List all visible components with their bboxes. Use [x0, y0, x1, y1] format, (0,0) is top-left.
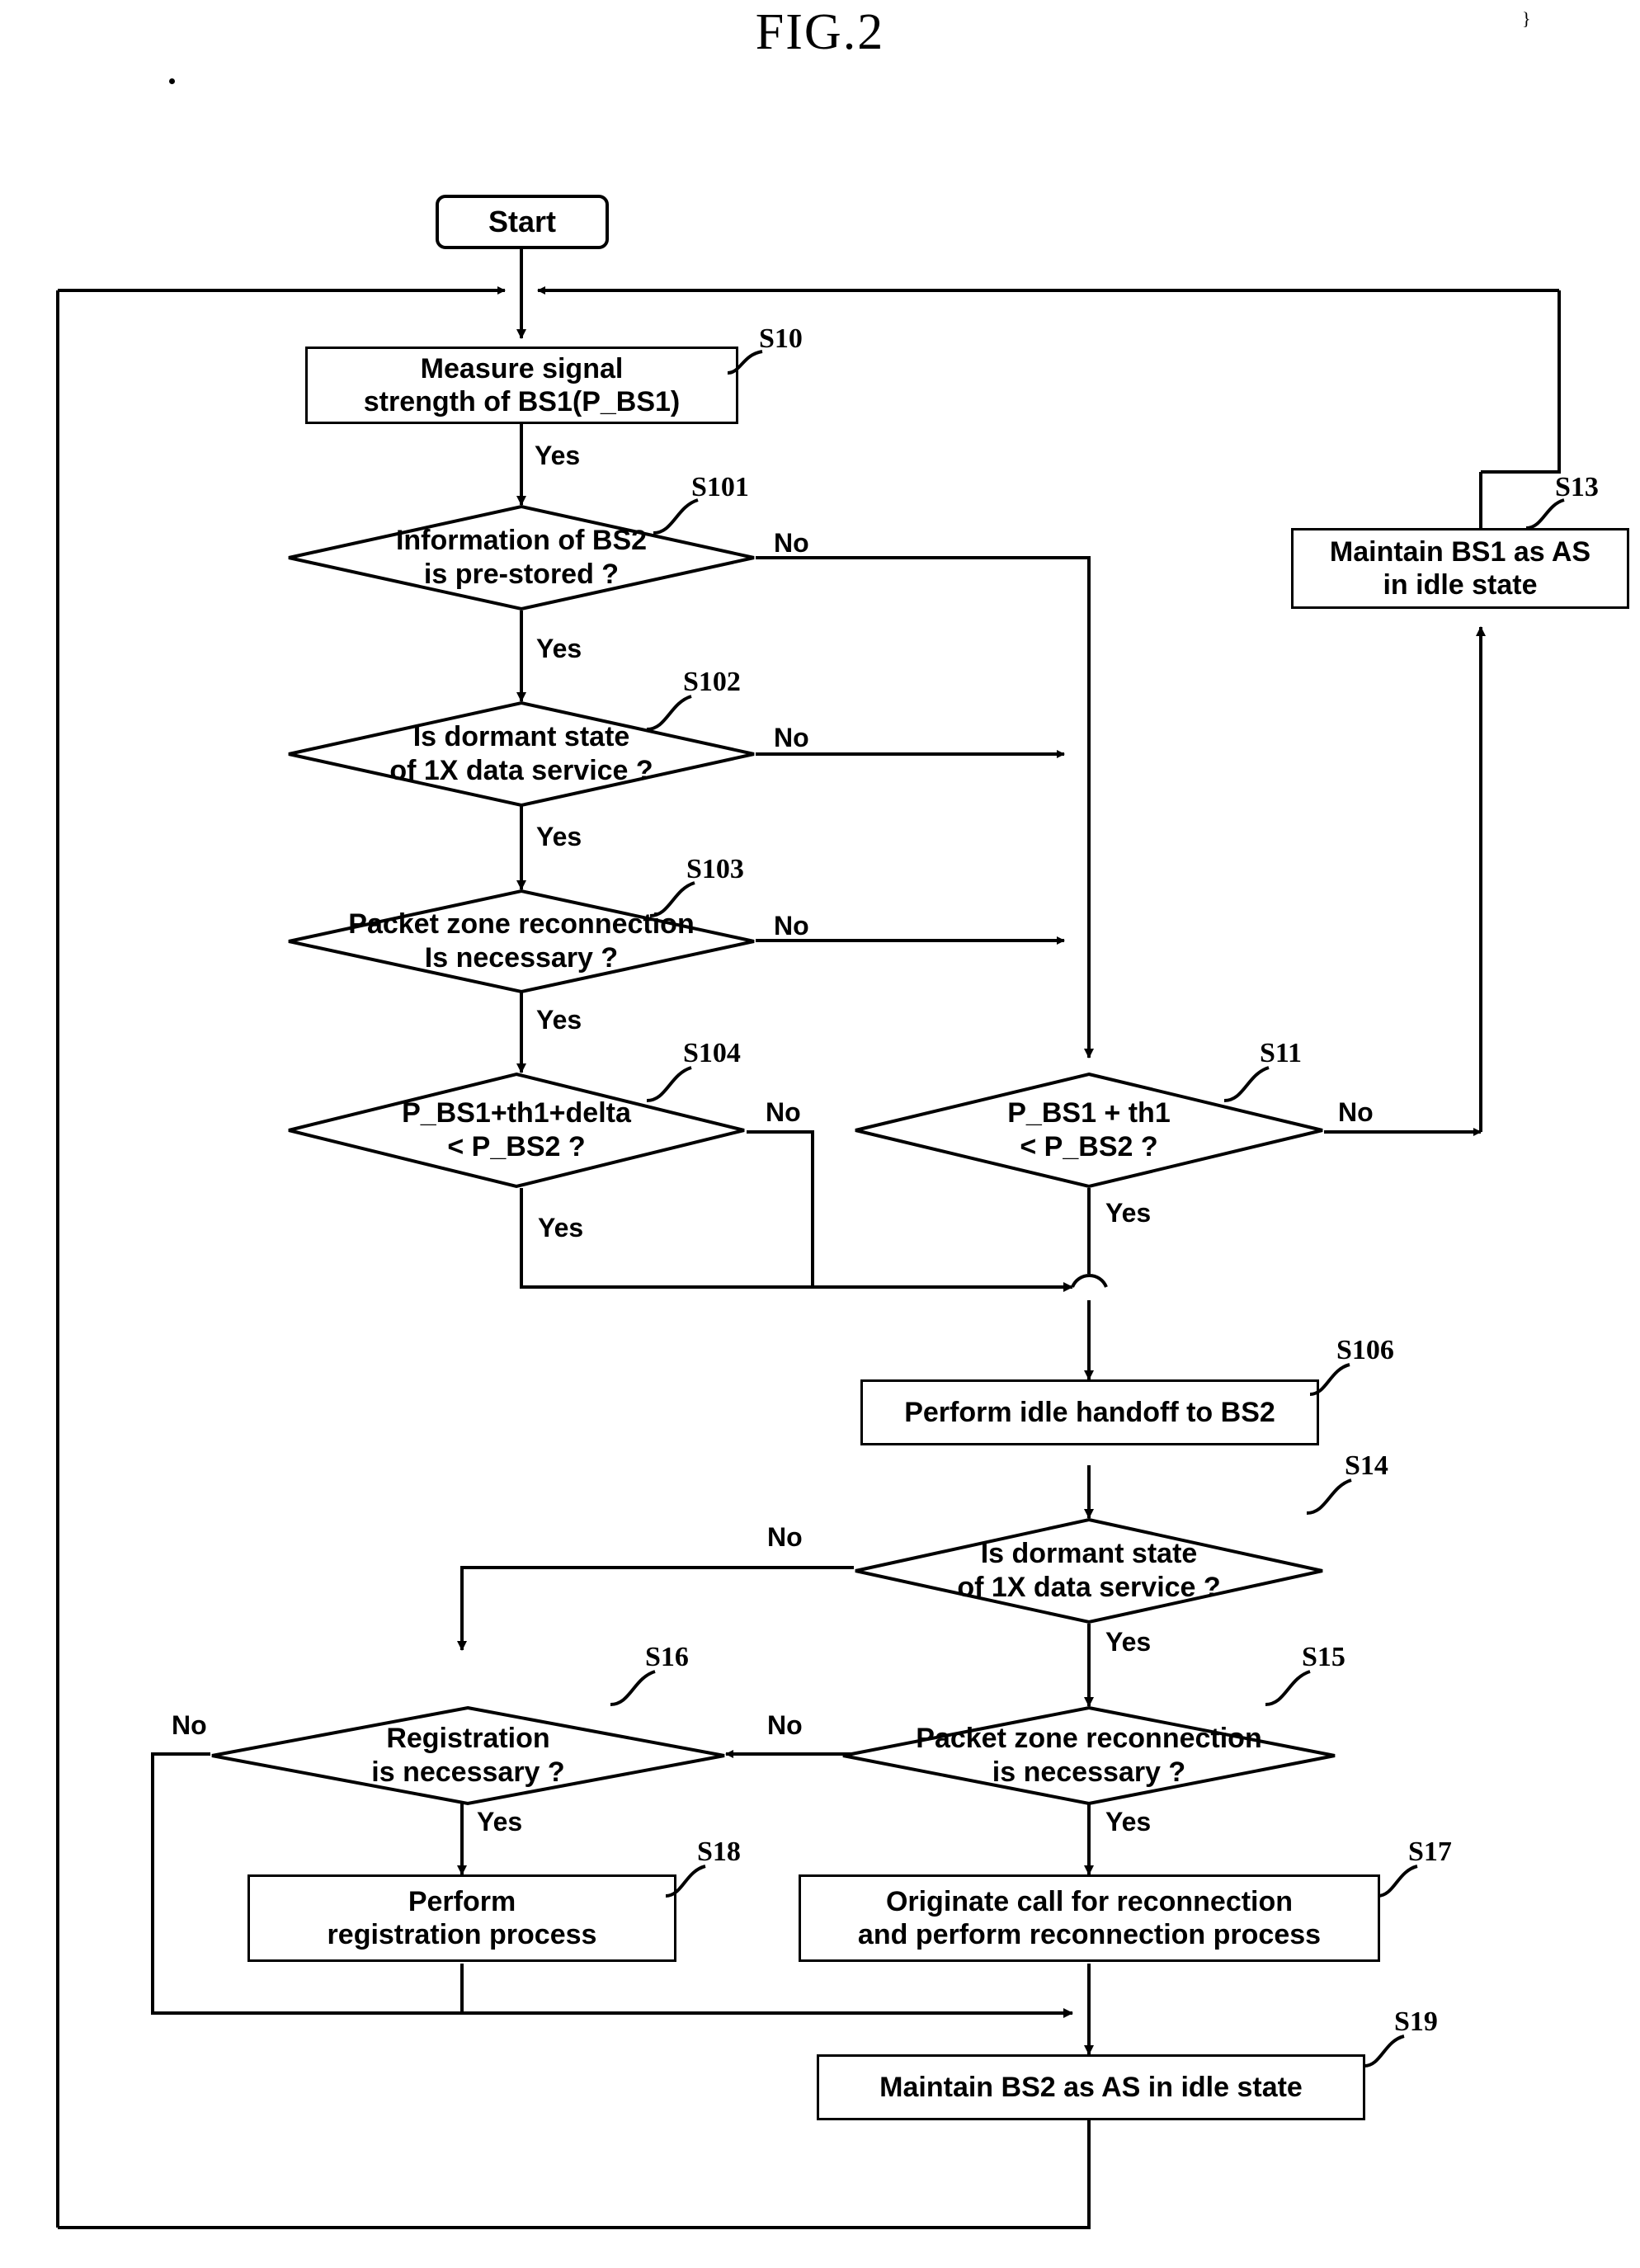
edge-label-s16-yes: Yes [477, 1807, 523, 1837]
edge-label-s102-yes: Yes [536, 822, 582, 851]
edge-label-s16-no: No [172, 1710, 207, 1740]
figure-page: FIG.2 } Start Measure signal strength of… [0, 0, 1640, 2268]
edge-label-s15-yes: Yes [1105, 1807, 1152, 1837]
edge-label-s103-no: No [774, 911, 809, 941]
edge-label-s14-yes: Yes [1105, 1627, 1152, 1657]
node-s17-line2: and perform reconnection process [857, 1919, 1322, 1950]
leader-s103 [649, 881, 695, 917]
edge-label-s11-yes: Yes [1105, 1198, 1152, 1228]
leader-s19 [1364, 2035, 1405, 2068]
leader-s101 [653, 498, 699, 535]
leader-s18 [665, 1865, 706, 1898]
leader-s13 [1525, 498, 1565, 530]
leader-s15 [1265, 1670, 1311, 1706]
node-s18-line1: Perform [408, 1885, 516, 1917]
node-s13-line2: in idle state [1383, 569, 1538, 601]
node-s17-line1: Originate call for reconnection [885, 1885, 1294, 1917]
edge-label-s11-no: No [1338, 1097, 1374, 1127]
node-start-label: Start [488, 204, 557, 238]
leader-s17 [1377, 1865, 1418, 1898]
edge-label-s104-no: No [766, 1097, 801, 1127]
node-s106[interactable]: Perform idle handoff to BS2 [860, 1379, 1319, 1445]
node-s10-line2: strength of BS1(P_BS1) [363, 386, 681, 417]
edge-label-s102-no: No [774, 723, 809, 752]
leader-s10 [727, 350, 763, 375]
edge-label-s103-yes: Yes [536, 1005, 582, 1035]
edge-label-s104-yes: Yes [538, 1213, 584, 1242]
node-s13-line1: Maintain BS1 as AS [1329, 535, 1591, 568]
node-s16[interactable]: Registration is necessary ? [210, 1705, 726, 1806]
node-s15[interactable]: Packet zone reconnection is necessary ? [841, 1705, 1336, 1806]
edge-label-s101-yes: Yes [536, 634, 582, 663]
node-s106-line1: Perform idle handoff to BS2 [904, 1396, 1275, 1428]
node-start[interactable]: Start [436, 195, 609, 249]
node-s19-line1: Maintain BS2 as AS in idle state [879, 2071, 1303, 2103]
node-s17[interactable]: Originate call for reconnection and perf… [799, 1874, 1380, 1962]
leader-s16 [610, 1670, 656, 1706]
node-s19[interactable]: Maintain BS2 as AS in idle state [817, 2054, 1365, 2120]
leader-s104 [646, 1066, 692, 1102]
leader-s102 [646, 695, 692, 731]
edge-label-s101-no: No [774, 528, 809, 558]
node-s13[interactable]: Maintain BS1 as AS in idle state [1291, 528, 1629, 609]
leader-s106 [1309, 1363, 1350, 1396]
node-s14[interactable]: Is dormant state of 1X data service ? [854, 1517, 1324, 1624]
node-s18[interactable]: Perform registration process [247, 1874, 676, 1962]
leader-s11 [1223, 1066, 1270, 1102]
leader-s14 [1306, 1478, 1352, 1515]
node-s10[interactable]: Measure signal strength of BS1(P_BS1) [305, 347, 738, 424]
node-s18-line2: registration process [327, 1919, 597, 1950]
edge-label-s15-no: No [767, 1710, 803, 1740]
node-s10-line1: Measure signal [420, 352, 624, 384]
edge-label-s14-no: No [767, 1522, 803, 1552]
edge-label-s10-yes: Yes [535, 441, 581, 470]
